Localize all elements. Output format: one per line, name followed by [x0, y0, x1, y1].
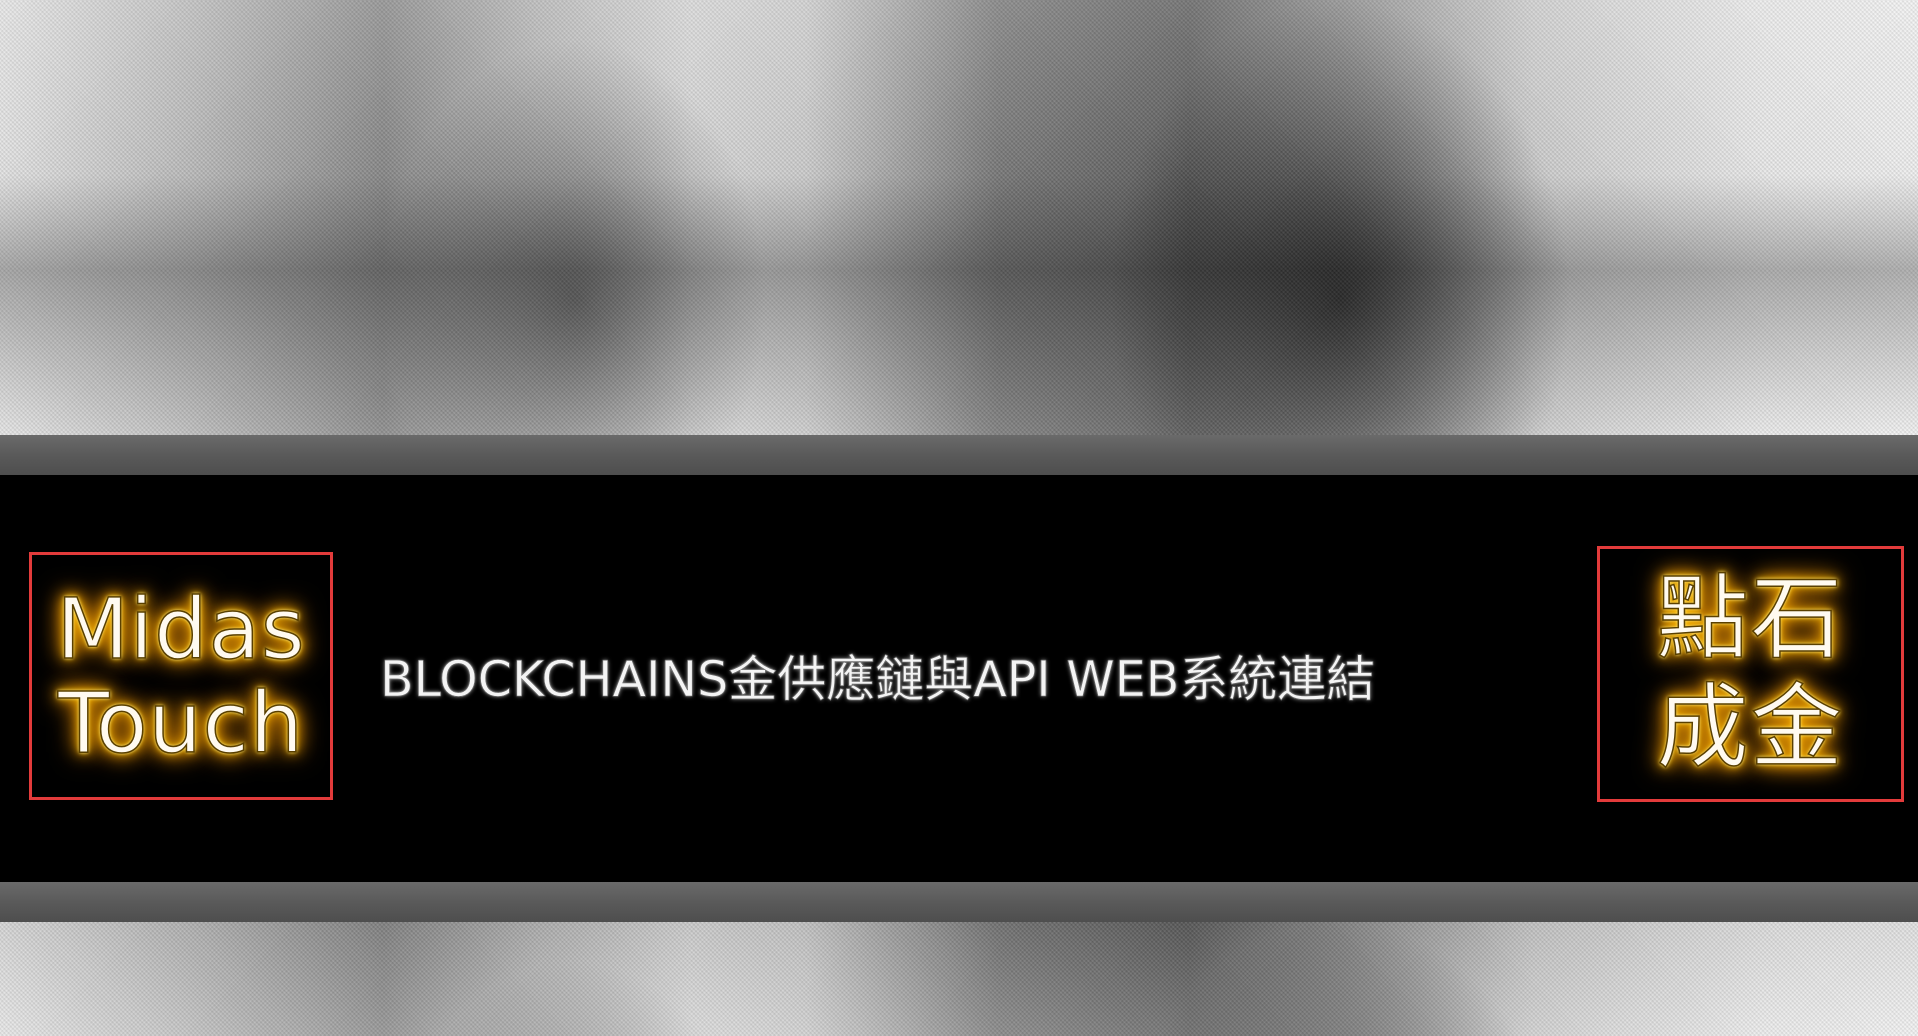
midas-touch-logo-text: Midas Touch	[56, 579, 306, 772]
metal-texture-top	[0, 0, 1918, 435]
banner-headline: BLOCKCHAINS金供應鏈與API WEB系統連結	[380, 651, 1376, 709]
metal-texture-bottom	[0, 922, 1918, 1036]
midas-touch-logo: Midas Touch	[29, 552, 333, 800]
logo-right-line2: 成金	[1656, 673, 1845, 781]
logo-left-line1: Midas	[56, 579, 306, 678]
rail-top	[0, 435, 1918, 475]
page: Midas Touch BLOCKCHAINS金供應鏈與API WEB系統連結 …	[0, 0, 1918, 1036]
rail-bottom	[0, 882, 1918, 922]
dian-shi-cheng-jin-logo: 點石 成金	[1597, 546, 1904, 802]
logo-left-line2: Touch	[57, 674, 305, 772]
banner: Midas Touch BLOCKCHAINS金供應鏈與API WEB系統連結 …	[0, 475, 1918, 882]
dian-shi-cheng-jin-logo-text: 點石 成金	[1656, 565, 1844, 782]
logo-right-line1: 點石	[1656, 565, 1845, 673]
